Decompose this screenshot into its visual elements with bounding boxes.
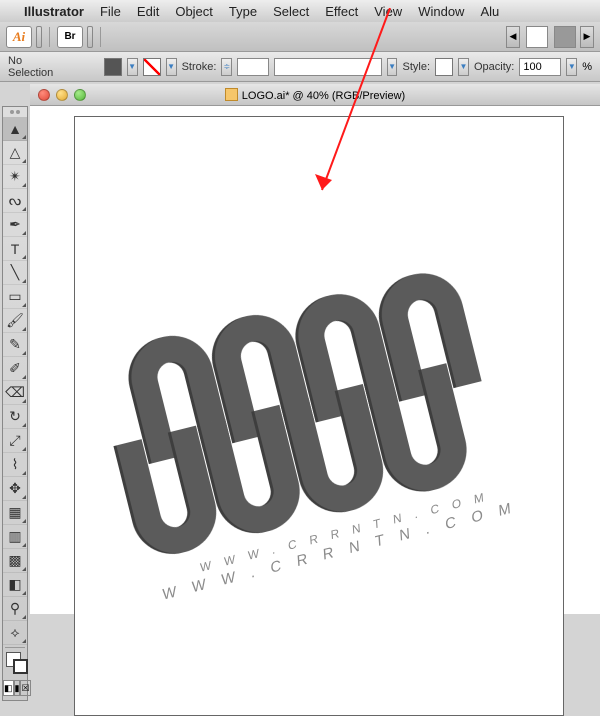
selection-tool[interactable]: ▲ xyxy=(3,117,27,141)
opacity-label: Opacity: xyxy=(474,61,514,73)
warp-tool[interactable]: ⌇ xyxy=(3,453,27,477)
divider xyxy=(5,647,25,648)
file-icon xyxy=(225,88,238,101)
menu-effect[interactable]: Effect xyxy=(325,4,358,19)
symbol-sprayer-tool[interactable]: ▦ xyxy=(3,501,27,525)
menu-type[interactable]: Type xyxy=(229,4,257,19)
brush-preview[interactable] xyxy=(274,58,381,76)
type-tool[interactable]: T xyxy=(3,237,27,261)
stroke-weight-input[interactable] xyxy=(237,58,269,76)
scale-tool[interactable]: ⤢ xyxy=(3,429,27,453)
eyedropper-tool[interactable]: ⚲ xyxy=(3,597,27,621)
blob-brush-tool[interactable]: ✐ xyxy=(3,357,27,381)
menu-file[interactable]: File xyxy=(100,4,121,19)
fill-stroke-control[interactable] xyxy=(3,650,27,680)
blend-tool[interactable]: ⟡ xyxy=(3,621,27,645)
separator xyxy=(100,27,101,47)
ai-flyout[interactable] xyxy=(36,26,42,48)
menu-app[interactable]: Illustrator xyxy=(24,4,84,19)
bridge-flyout[interactable] xyxy=(87,26,93,48)
brush-dropdown[interactable]: ▼ xyxy=(387,58,398,76)
rectangle-tool[interactable]: ▭ xyxy=(3,285,27,309)
document-title-text: LOGO.ai* @ 40% (RGB/Preview) xyxy=(242,90,405,102)
graph-tool[interactable]: ▥ xyxy=(3,525,27,549)
fill-dropdown[interactable]: ▼ xyxy=(127,58,138,76)
gradient-mode[interactable]: ▮ xyxy=(14,680,21,696)
paintbrush-tool[interactable]: 🖌 xyxy=(3,309,27,333)
magic-wand-tool[interactable]: ✴ xyxy=(3,165,27,189)
color-mode[interactable]: ◧ xyxy=(3,680,14,696)
logo-tube xyxy=(367,363,476,499)
rotate-tool[interactable]: ↻ xyxy=(3,405,27,429)
menu-help[interactable]: Alu xyxy=(480,4,499,19)
opacity-input[interactable] xyxy=(519,58,561,76)
arrange-next[interactable]: ▶ xyxy=(580,26,594,48)
bridge-label: Br xyxy=(64,31,75,42)
control-bar: No Selection ▼ ▼ Stroke: ≑ ▼ Style: ▼ Op… xyxy=(0,52,600,82)
stroke-label: Stroke: xyxy=(182,61,217,73)
opacity-pct: % xyxy=(582,61,592,73)
pencil-tool[interactable]: ✎ xyxy=(3,333,27,357)
bridge-button[interactable]: Br xyxy=(57,26,83,48)
separator xyxy=(49,27,50,47)
tool-panel[interactable]: ▲△✴ᔓ✒T╲▭🖌✎✐⌫↻⤢⌇✥▦▥▩◧⚲⟡ ◧ ▮ ☒ xyxy=(2,106,28,701)
menu-select[interactable]: Select xyxy=(273,4,309,19)
fill-swatch[interactable] xyxy=(104,58,122,76)
mesh-tool[interactable]: ▩ xyxy=(3,549,27,573)
eraser-tool[interactable]: ⌫ xyxy=(3,381,27,405)
style-label: Style: xyxy=(402,61,430,73)
stroke-swatch[interactable] xyxy=(143,58,161,76)
menu-object[interactable]: Object xyxy=(175,4,213,19)
menu-view[interactable]: View xyxy=(374,4,402,19)
style-swatch[interactable] xyxy=(435,58,453,76)
app-bar: Ai Br ◀ ▶ xyxy=(0,22,600,52)
selection-state: No Selection xyxy=(8,55,64,79)
doc-layout-1[interactable] xyxy=(526,26,548,48)
titlebar[interactable]: LOGO.ai* @ 40% (RGB/Preview) xyxy=(30,84,600,106)
document-window: LOGO.ai* @ 40% (RGB/Preview) W W W . C xyxy=(30,84,600,614)
none-mode[interactable]: ☒ xyxy=(20,680,30,696)
stroke-weight-stepper[interactable]: ≑ xyxy=(221,58,232,76)
artboard[interactable]: W W W . C R R N T N . C O M W W W . C R … xyxy=(74,116,564,716)
canvas[interactable]: W W W . C R R N T N . C O M W W W . C R … xyxy=(30,106,600,614)
opacity-dropdown[interactable]: ▼ xyxy=(566,58,577,76)
menu-window[interactable]: Window xyxy=(418,4,464,19)
lasso-tool[interactable]: ᔓ xyxy=(3,189,27,213)
line-tool[interactable]: ╲ xyxy=(3,261,27,285)
panel-grip[interactable] xyxy=(3,107,27,117)
document-title: LOGO.ai* @ 40% (RGB/Preview) xyxy=(30,88,600,102)
mac-menubar: Illustrator File Edit Object Type Select… xyxy=(0,0,600,22)
free-transform-tool[interactable]: ✥ xyxy=(3,477,27,501)
arrange-prev[interactable]: ◀ xyxy=(506,26,520,48)
stroke-color-swatch[interactable] xyxy=(13,659,28,674)
doc-layout-2[interactable] xyxy=(554,26,576,48)
direct-selection-tool[interactable]: △ xyxy=(3,141,27,165)
logo-artwork[interactable]: W W W . C R R N T N . C O M W W W . C R … xyxy=(103,260,534,603)
ai-home-button[interactable]: Ai xyxy=(6,26,32,48)
gradient-tool[interactable]: ◧ xyxy=(3,573,27,597)
menu-edit[interactable]: Edit xyxy=(137,4,159,19)
style-dropdown[interactable]: ▼ xyxy=(458,58,469,76)
pen-tool[interactable]: ✒ xyxy=(3,213,27,237)
stroke-color-dropdown[interactable]: ▼ xyxy=(166,58,177,76)
